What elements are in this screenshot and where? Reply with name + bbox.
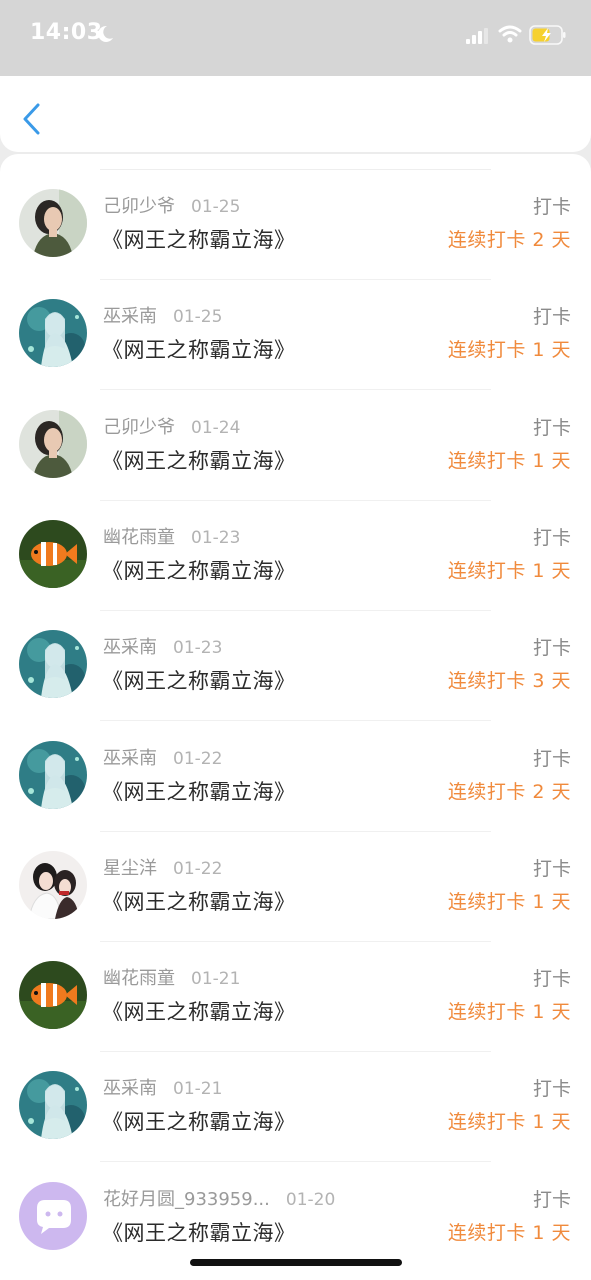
meta-line: 花好月圆_933959... 01-20 <box>103 1185 335 1211</box>
streak-label: 连续打卡 2 天 <box>447 229 571 251</box>
checkin-label: 打卡 <box>532 637 571 660</box>
user-name[interactable]: 幽花雨童 <box>103 968 175 989</box>
user-name[interactable]: 巫采南 <box>103 306 157 327</box>
battery-icon <box>529 25 566 45</box>
book-title[interactable]: 《网王之称霸立海》 <box>102 776 296 806</box>
list-item[interactable]: 花好月圆_933959... 01-20 《网王之称霸立海》 打卡 连续打卡 1 … <box>0 1163 591 1273</box>
moon-icon <box>98 25 113 42</box>
meta-line: 己卯少爷 01-24 <box>103 413 240 439</box>
checkin-label: 打卡 <box>532 196 571 218</box>
list-item[interactable]: 己卯少爷 01-25 《网王之称霸立海》 打卡 连续打卡 2 天 <box>0 170 591 280</box>
book-title[interactable]: 《网王之称霸立海》 <box>102 445 296 475</box>
streak-label: 连续打卡 1 天 <box>447 449 571 472</box>
avatar[interactable] <box>19 409 87 478</box>
status-time: 14:03 <box>30 20 103 45</box>
checkin-label: 打卡 <box>532 747 571 770</box>
checkin-list: 己卯少爷 01-25 《网王之称霸立海》 打卡 连续打卡 2 天 巫采南 01-25… <box>0 154 591 1280</box>
avatar[interactable] <box>19 961 87 1030</box>
list-item[interactable]: 巫采南 01-22 《网王之称霸立海》 打卡 连续打卡 2 天 <box>0 722 591 832</box>
checkin-date: 01-23 <box>191 527 241 548</box>
avatar[interactable] <box>19 189 87 257</box>
avatar[interactable] <box>19 519 87 588</box>
streak-label: 连续打卡 2 天 <box>447 780 571 803</box>
checkin-label: 打卡 <box>532 1078 571 1101</box>
chevron-left-icon[interactable] <box>20 102 44 136</box>
checkin-label: 打卡 <box>532 857 571 880</box>
avatar[interactable] <box>19 299 87 368</box>
signal-icon <box>466 28 488 44</box>
book-title[interactable]: 《网王之称霸立海》 <box>102 665 296 695</box>
checkin-label: 打卡 <box>532 968 571 991</box>
checkin-date: 01-24 <box>191 417 241 438</box>
checkin-date: 01-21 <box>173 1079 223 1100</box>
meta-line: 幽花雨童 01-21 <box>103 964 240 990</box>
book-title[interactable]: 《网王之称霸立海》 <box>102 334 296 364</box>
checkin-date: 01-22 <box>173 858 223 879</box>
streak-label: 连续打卡 1 天 <box>447 339 571 362</box>
list-item[interactable]: 幽花雨童 01-21 《网王之称霸立海》 打卡 连续打卡 1 天 <box>0 942 591 1053</box>
checkin-date: 01-22 <box>173 748 223 769</box>
avatar[interactable] <box>19 1071 87 1140</box>
book-title[interactable]: 《网王之称霸立海》 <box>102 996 296 1026</box>
streak-label: 连续打卡 3 天 <box>447 670 571 693</box>
streak-label: 连续打卡 1 天 <box>447 1111 571 1134</box>
book-title[interactable]: 《网王之称霸立海》 <box>102 1106 296 1136</box>
list-item[interactable]: 己卯少爷 01-24 《网王之称霸立海》 打卡 连续打卡 1 天 <box>0 391 591 501</box>
nav-bar <box>0 76 591 152</box>
meta-line: 巫采南 01-21 <box>103 1074 222 1100</box>
streak-label: 连续打卡 1 天 <box>447 1001 571 1024</box>
streak-label: 连续打卡 1 天 <box>447 1221 571 1244</box>
checkin-date: 01-25 <box>191 197 241 217</box>
checkin-label: 打卡 <box>532 1188 571 1211</box>
meta-line: 己卯少爷 01-25 <box>103 192 240 218</box>
list-item[interactable]: 巫采南 01-23 《网王之称霸立海》 打卡 连续打卡 3 天 <box>0 611 591 722</box>
checkin-date: 01-25 <box>173 307 223 328</box>
meta-line: 巫采南 01-23 <box>103 633 222 659</box>
book-title[interactable]: 《网王之称霸立海》 <box>102 1217 296 1247</box>
avatar[interactable] <box>19 630 87 699</box>
checkin-date: 01-21 <box>191 969 241 990</box>
checkin-label: 打卡 <box>532 306 571 329</box>
user-name[interactable]: 巫采南 <box>103 748 157 769</box>
list-item[interactable]: 巫采南 01-21 《网王之称霸立海》 打卡 连续打卡 1 天 <box>0 1052 591 1163</box>
checkin-date: 01-20 <box>285 1189 336 1210</box>
user-name[interactable]: 巫采南 <box>103 637 157 658</box>
list-item[interactable]: 巫采南 01-25 《网王之称霸立海》 打卡 连续打卡 1 天 <box>0 280 591 391</box>
meta-line: 幽花雨童 01-23 <box>103 523 240 549</box>
avatar[interactable] <box>19 850 87 919</box>
list-item[interactable]: 星尘洋 01-22 《网王之称霸立海》 打卡 连续打卡 1 天 <box>0 832 591 942</box>
user-name[interactable]: 花好月圆_933959... <box>103 1189 270 1210</box>
streak-label: 连续打卡 1 天 <box>447 890 571 913</box>
status-bar: 14:03 <box>0 0 591 76</box>
avatar[interactable] <box>19 740 87 809</box>
book-title[interactable]: 《网王之称霸立海》 <box>102 886 296 916</box>
home-indicator[interactable] <box>190 1259 402 1266</box>
user-name[interactable]: 星尘洋 <box>103 858 157 879</box>
user-name[interactable]: 己卯少爷 <box>103 196 175 217</box>
meta-line: 巫采南 01-22 <box>103 744 222 770</box>
checkin-label: 打卡 <box>532 416 571 439</box>
book-title[interactable]: 《网王之称霸立海》 <box>102 555 296 585</box>
meta-line: 巫采南 01-25 <box>103 302 222 328</box>
wifi-icon <box>498 25 522 43</box>
book-title[interactable]: 《网王之称霸立海》 <box>102 224 296 254</box>
checkin-label: 打卡 <box>532 526 571 549</box>
list-item[interactable]: 幽花雨童 01-23 《网王之称霸立海》 打卡 连续打卡 1 天 <box>0 501 591 611</box>
avatar[interactable] <box>19 1181 87 1250</box>
streak-label: 连续打卡 1 天 <box>447 559 571 582</box>
user-name[interactable]: 幽花雨童 <box>103 527 175 548</box>
user-name[interactable]: 己卯少爷 <box>103 417 175 438</box>
meta-line: 星尘洋 01-22 <box>103 854 222 880</box>
user-name[interactable]: 巫采南 <box>103 1078 157 1099</box>
checkin-date: 01-23 <box>173 638 223 659</box>
